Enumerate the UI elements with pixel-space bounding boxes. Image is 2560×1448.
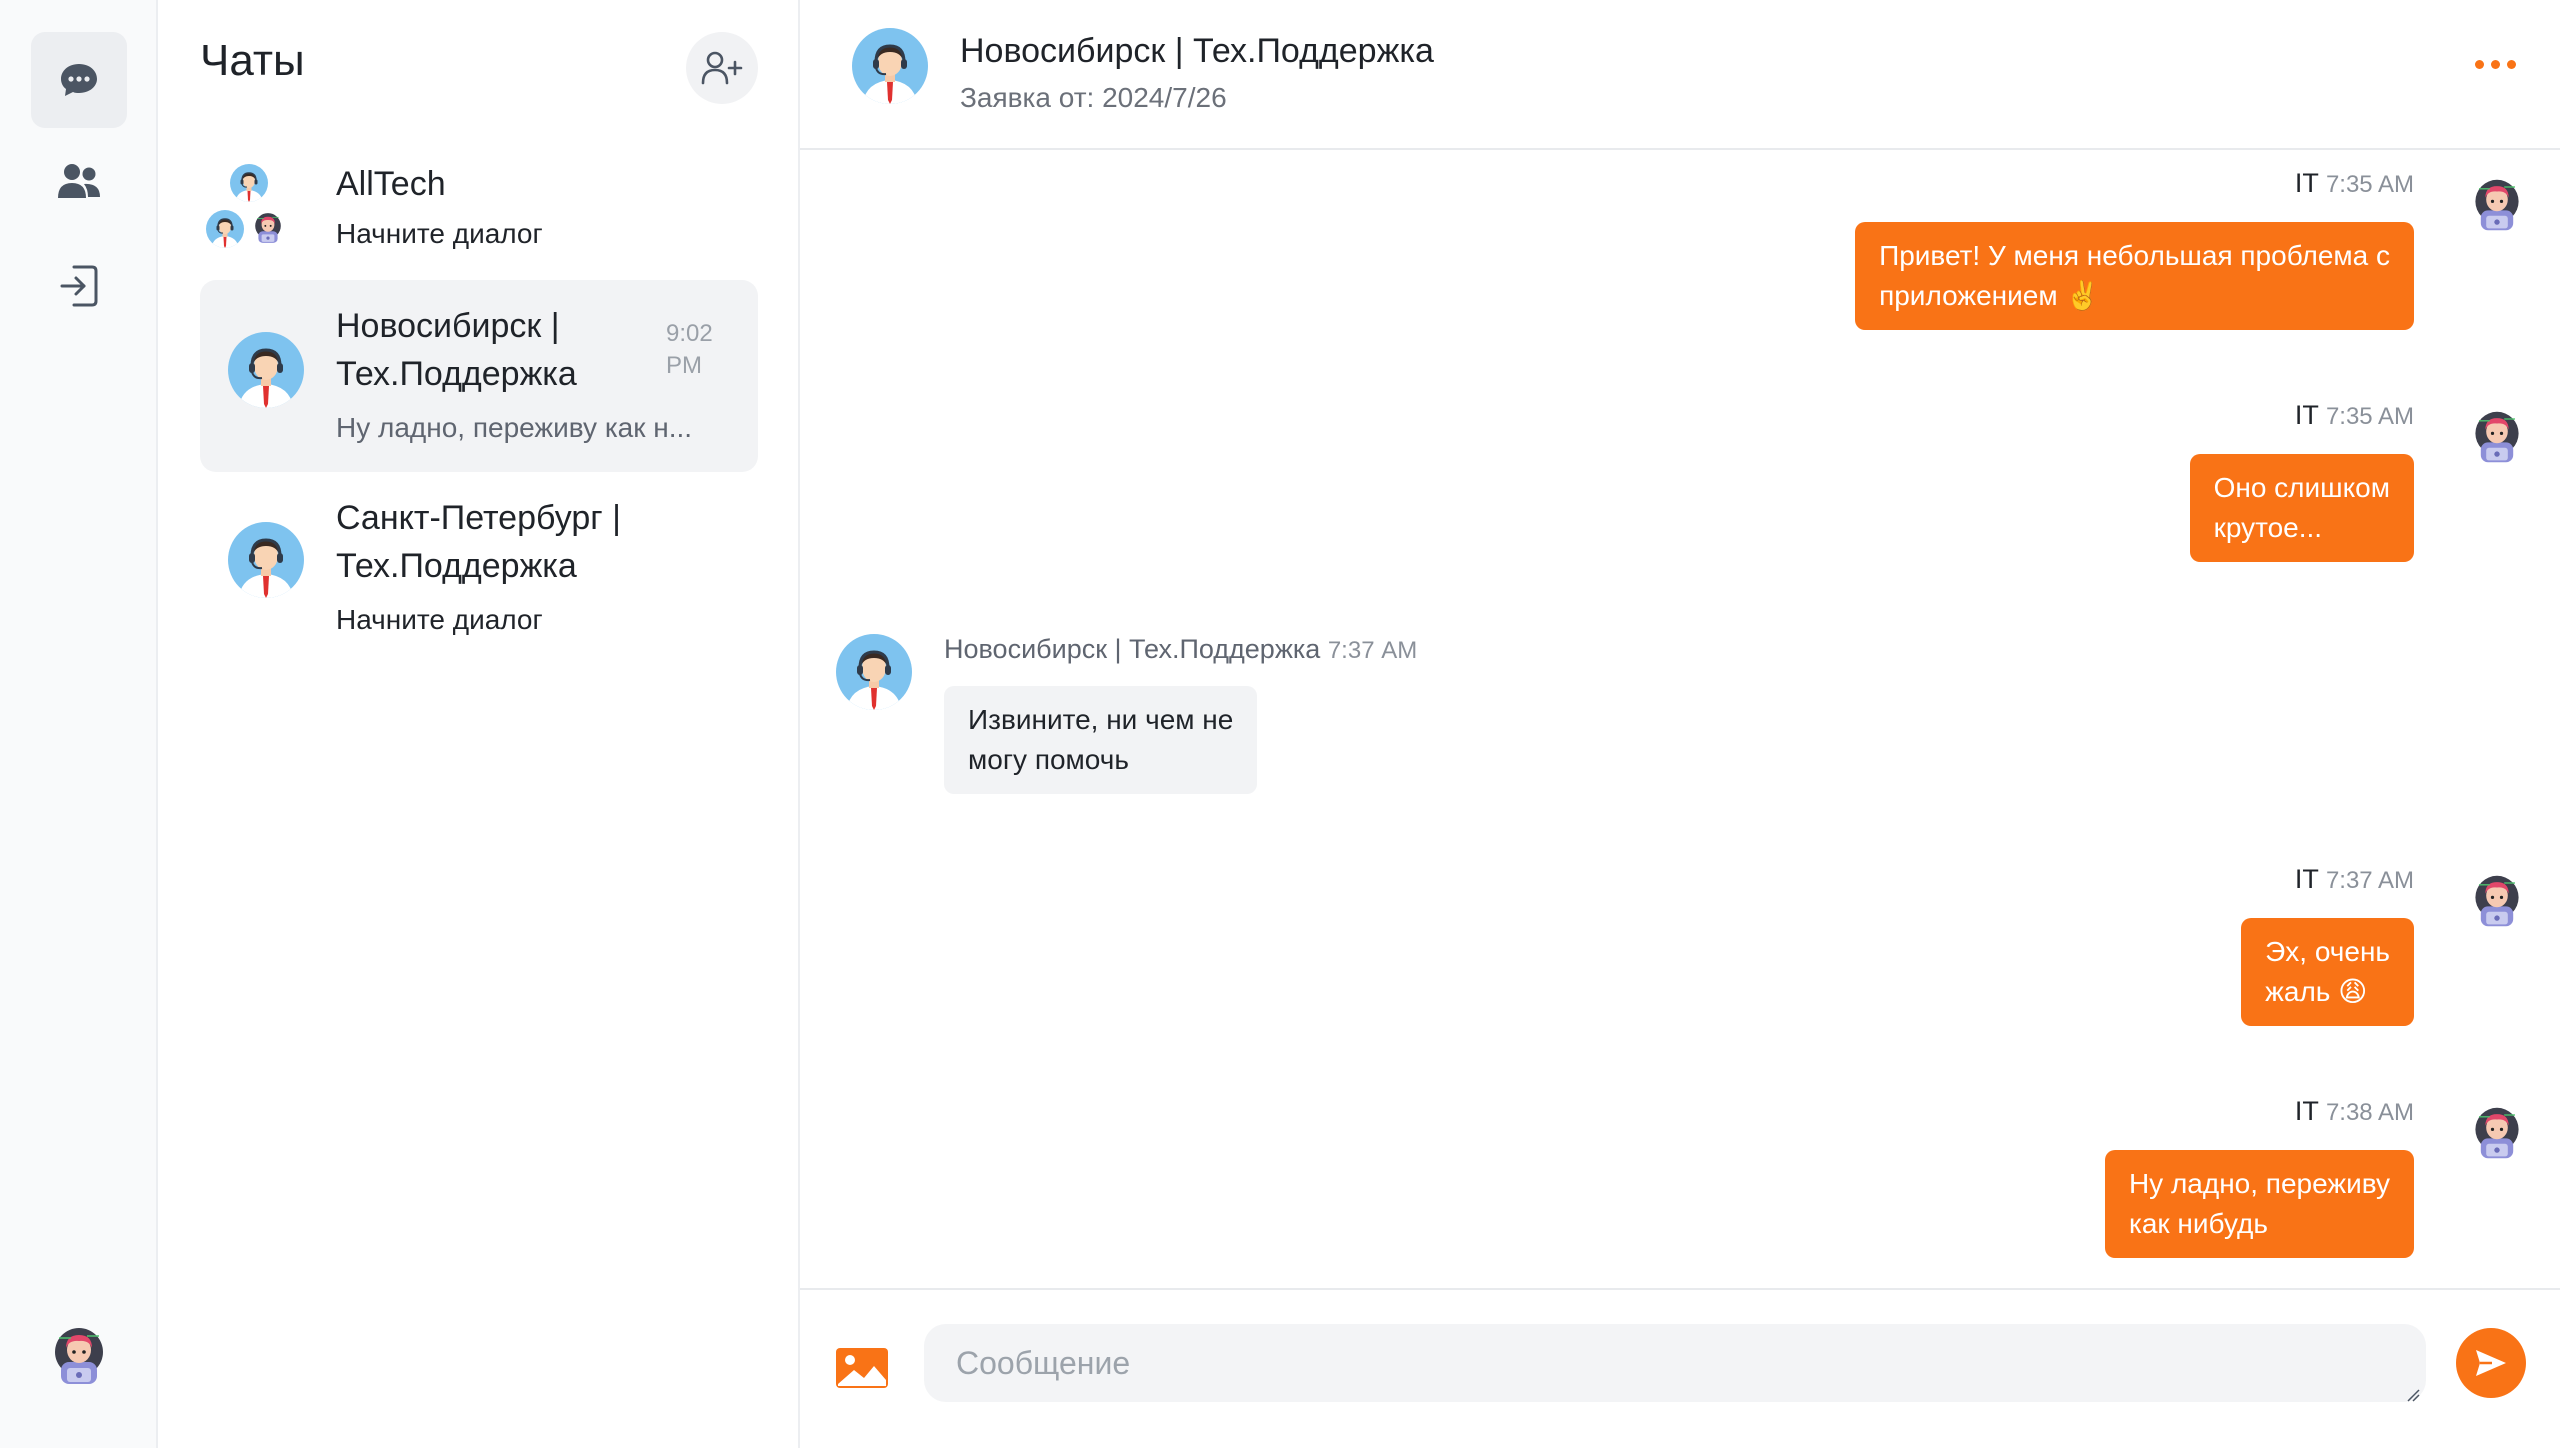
send-icon (2476, 1350, 2506, 1376)
message-bubble-outgoing: Оно слишком крутое... (2189, 454, 2414, 562)
chat-item-preview: Ну ладно, переживу как н... (336, 412, 693, 443)
more-options-button[interactable] (2475, 60, 2516, 69)
conversation-header: Новосибирск | Тех.Поддержка Заявка от: 2… (800, 0, 2560, 150)
group-member-avatar (254, 212, 282, 244)
support-avatar (836, 634, 912, 710)
sender-avatar (2474, 875, 2520, 927)
chat-item-preview: Начните диалог (336, 218, 543, 249)
add-user-icon (701, 51, 743, 85)
rail-item-chats[interactable] (31, 32, 127, 128)
chat-item-name: AllTech (336, 165, 446, 203)
image-icon[interactable] (834, 1344, 890, 1392)
page-title: Чаты (200, 36, 305, 85)
message-input[interactable] (924, 1324, 2426, 1402)
message-meta: IT 7:35 AM (2294, 168, 2414, 198)
chat-item-name: Санкт-Петербург | Тех.Поддержка (336, 499, 621, 585)
message-meta: IT 7:37 AM (2294, 864, 2414, 894)
nav-rail (0, 0, 158, 1448)
conversation-title: Новосибирск | Тех.Поддержка (960, 32, 1434, 70)
sender-avatar (2474, 179, 2520, 231)
logout-icon (60, 265, 98, 307)
message-bubble-outgoing: Привет! У меня небольшая проблема с прил… (1855, 222, 2414, 330)
chat-item-time: 9:02 PM (666, 320, 713, 379)
chat-list-panel: Чаты AllTech Начните диалог Новосибирск … (158, 0, 800, 1448)
more-dots-icon (2475, 60, 2484, 69)
add-contact-button[interactable] (686, 32, 758, 104)
message-composer (800, 1288, 2560, 1448)
rail-item-logout[interactable] (31, 238, 127, 334)
conversation-subtitle: Заявка от: 2024/7/26 (960, 82, 1227, 113)
chat-item-preview: Начните диалог (336, 604, 543, 635)
group-avatar (230, 164, 268, 202)
chat-item-alltech[interactable]: AllTech Начните диалог (200, 150, 758, 270)
sender-avatar (2474, 1107, 2520, 1159)
chat-item-novosibirsk[interactable]: Новосибирск | Тех.Поддержка 9:02 PM Ну л… (200, 280, 758, 472)
support-avatar (228, 332, 304, 408)
chat-item-name: Новосибирск | Тех.Поддержка (336, 307, 577, 393)
message-bubble-outgoing: Эх, очень жаль 😩 (2241, 918, 2414, 1026)
rail-item-contacts[interactable] (31, 134, 127, 230)
message-meta: IT 7:38 AM (2294, 1096, 2414, 1126)
users-icon (58, 164, 100, 198)
support-avatar[interactable] (852, 28, 928, 104)
message-bubble-incoming: Извините, ни чем не могу помочь (944, 686, 1258, 794)
chat-bubble-icon (61, 64, 97, 96)
message-meta: IT 7:35 AM (2294, 400, 2414, 430)
user-avatar[interactable] (49, 1326, 109, 1386)
sender-avatar (2474, 411, 2520, 463)
send-button[interactable] (2456, 1328, 2526, 1398)
resize-grip-icon[interactable] (2406, 1388, 2420, 1402)
message-bubble-outgoing: Ну ладно, переживу как нибудь (2104, 1150, 2414, 1258)
support-avatar (228, 522, 304, 598)
chat-item-spb[interactable]: Санкт-Петербург | Тех.Поддержка Начните … (200, 482, 758, 662)
message-meta: Новосибирск | Тех.Поддержка 7:37 AM (944, 634, 1418, 664)
group-member-avatar (206, 210, 244, 248)
conversation-panel: Новосибирск | Тех.Поддержка Заявка от: 2… (800, 0, 2560, 1448)
